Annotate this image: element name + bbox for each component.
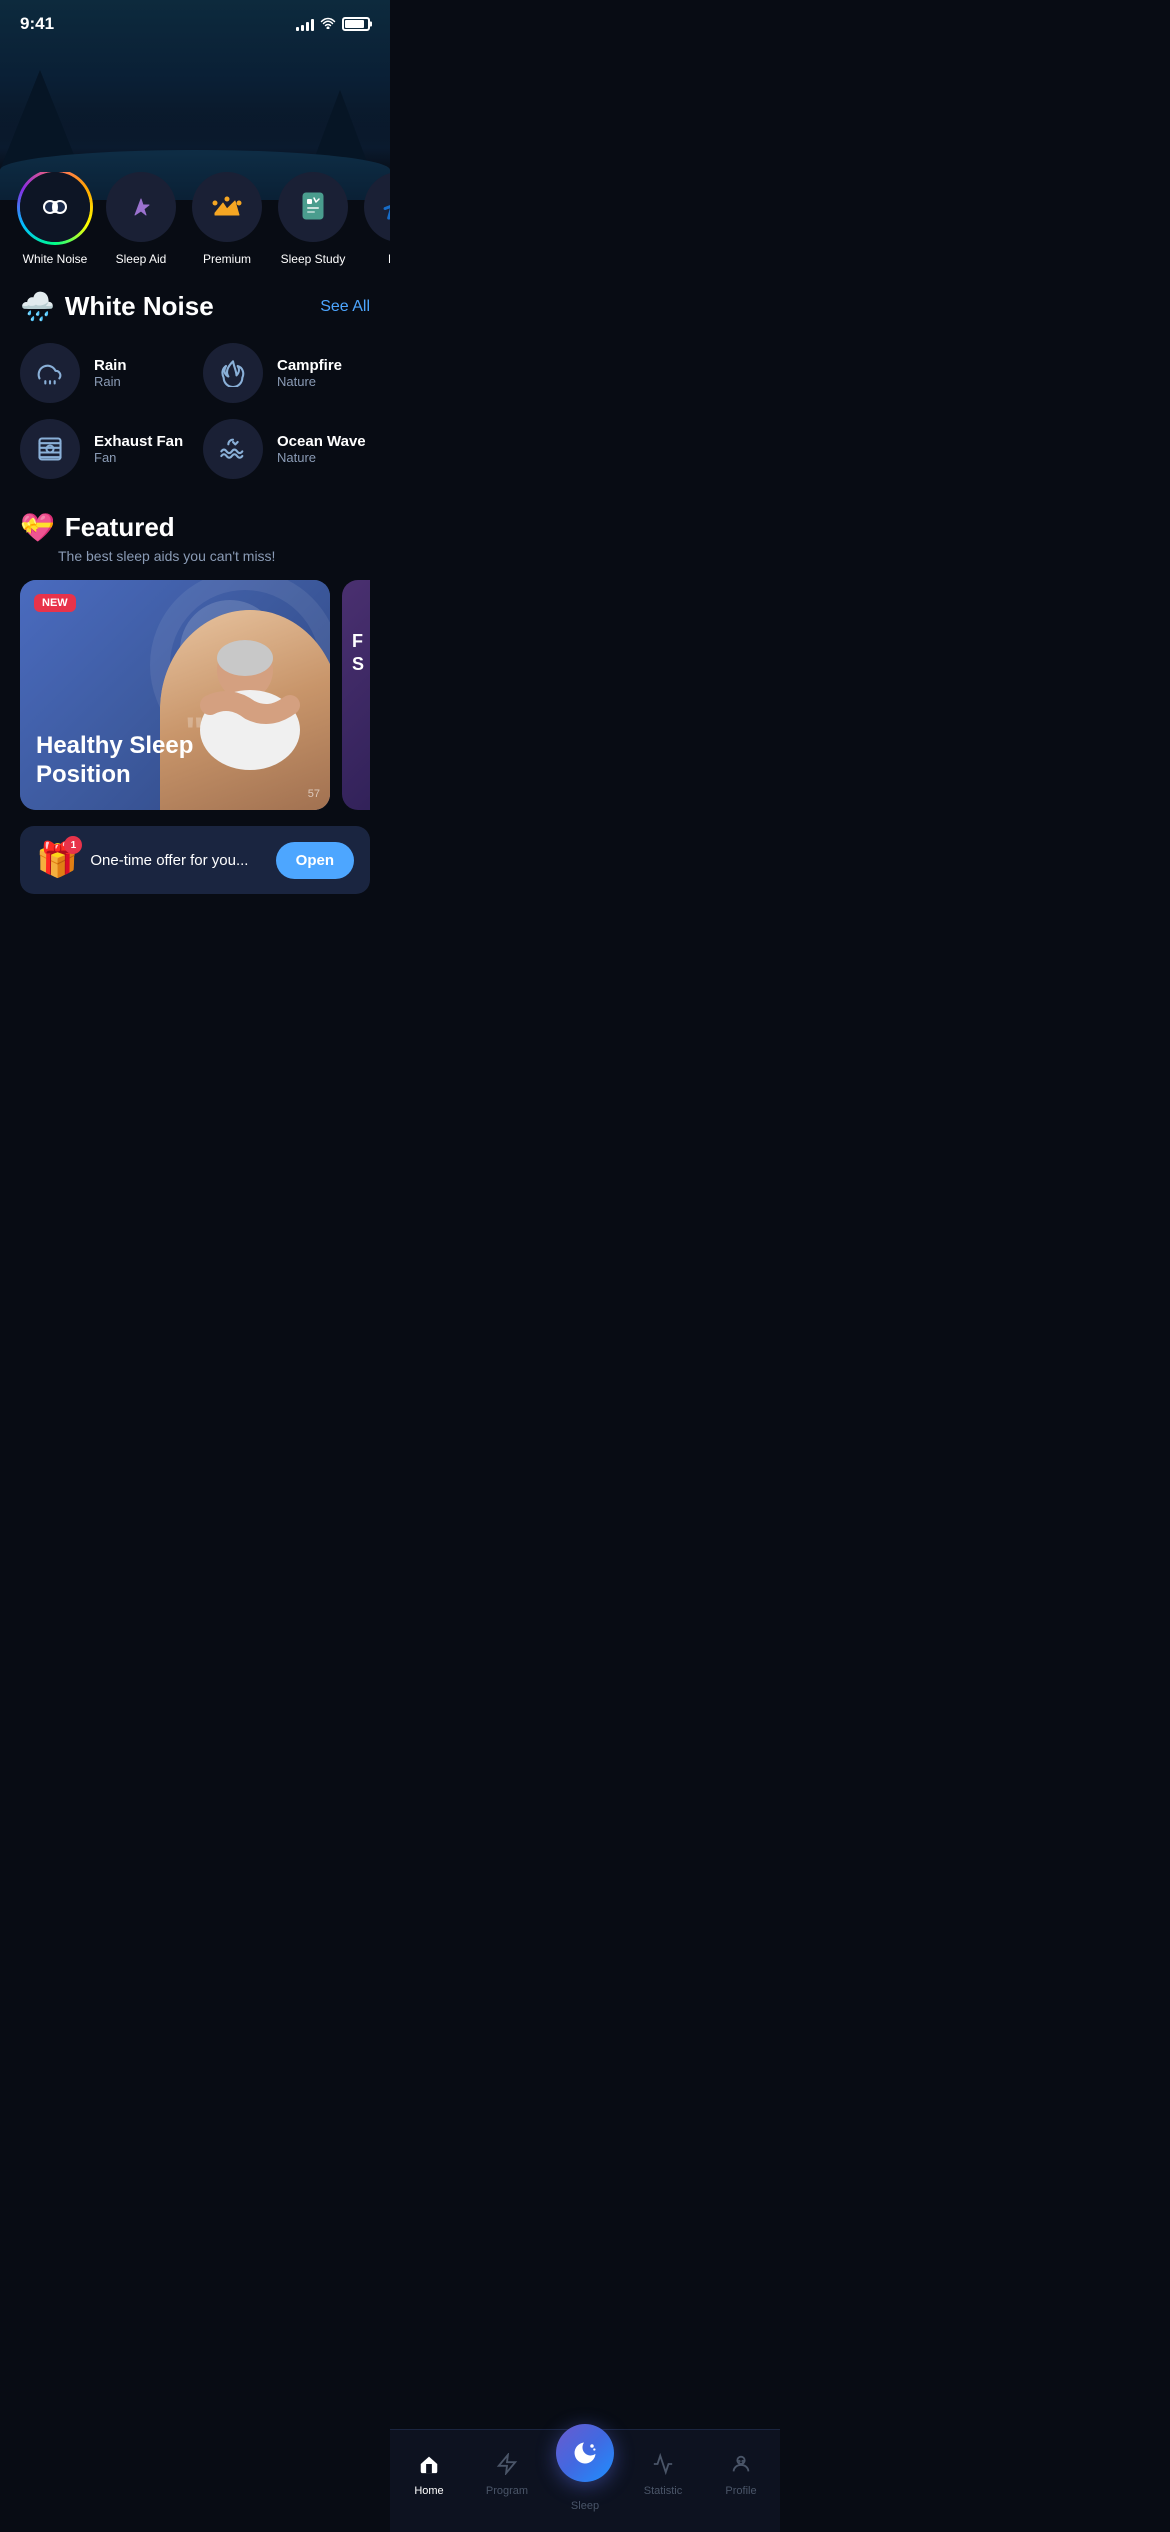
nav-item-program[interactable]: Program: [468, 2453, 546, 2497]
moon-icon: [571, 2439, 599, 2467]
nav-label-home: Home: [414, 2485, 443, 2497]
card-number: 57: [308, 788, 320, 800]
rain-name: Rain: [94, 357, 127, 374]
profile-icon: [730, 2453, 752, 2481]
sleep-study-icon-wrap: [278, 172, 348, 242]
home-icon: [418, 2453, 440, 2481]
sleep-aid-icon: [125, 191, 157, 223]
new-badge: NEW: [34, 594, 76, 612]
see-all-button[interactable]: See All: [320, 298, 370, 316]
person-silhouette: [190, 630, 310, 790]
exhaust-fan-info: Exhaust Fan Fan: [94, 433, 183, 465]
offer-icon-wrap: 🎁 1: [36, 840, 78, 880]
status-bar: 9:41: [0, 0, 390, 42]
nav-label-sleep: Sleep: [571, 2500, 599, 2512]
premium-icon-wrap: [192, 172, 262, 242]
white-noise-header: 🌧️ White Noise See All: [20, 290, 370, 323]
campfire-icon-wrap: [203, 343, 263, 403]
bottom-navigation: Home Program Sleep Statistic: [390, 2429, 780, 2532]
ocean-wave-info: Ocean Wave Nature: [277, 433, 366, 465]
bottom-spacer: [0, 894, 390, 994]
category-scroll: White Noise Sleep Aid Premium: [0, 172, 390, 266]
category-label-sleep-aid: Sleep Aid: [116, 252, 167, 266]
white-noise-title: White Noise: [65, 291, 214, 322]
sleep-aid-icon-wrap: [106, 172, 176, 242]
ocean-wave-name: Ocean Wave: [277, 433, 366, 450]
offer-badge: 1: [64, 836, 82, 854]
wifi-icon: [320, 16, 336, 32]
nav-item-sleep[interactable]: Sleep: [546, 2438, 624, 2512]
featured-scroll: NEW Healthy Sleep Position ": [20, 580, 370, 810]
rain-icon-wrap: [20, 343, 80, 403]
campfire-category: Nature: [277, 374, 342, 389]
category-item-nap[interactable]: 💤 Nap: [364, 172, 390, 266]
main-content: White Noise Sleep Aid Premium: [0, 42, 390, 994]
white-noise-icon-wrap: [20, 172, 90, 242]
campfire-icon: [219, 359, 247, 387]
premium-icon: [211, 193, 243, 221]
category-item-premium[interactable]: Premium: [192, 172, 262, 266]
category-item-sleep-aid[interactable]: Sleep Aid: [106, 172, 176, 266]
signal-icon: [296, 17, 314, 31]
campfire-info: Campfire Nature: [277, 357, 342, 389]
offer-open-button[interactable]: Open: [276, 842, 354, 879]
sound-item-exhaust-fan[interactable]: Exhaust Fan Fan: [20, 419, 187, 479]
statistic-icon: [652, 2453, 674, 2481]
featured-card-0[interactable]: NEW Healthy Sleep Position ": [20, 580, 330, 810]
nav-item-home[interactable]: Home: [390, 2453, 468, 2497]
nav-label-program: Program: [486, 2485, 528, 2497]
exhaust-fan-icon-wrap: [20, 419, 80, 479]
nav-item-profile[interactable]: Profile: [702, 2453, 780, 2497]
exhaust-fan-category: Fan: [94, 450, 183, 465]
offer-banner: 🎁 1 One-time offer for you... Open: [20, 826, 370, 894]
category-label-premium: Premium: [203, 252, 251, 266]
partial-card-text: FS: [342, 580, 370, 727]
offer-text: One-time offer for you...: [90, 852, 263, 869]
ocean-wave-icon: [219, 435, 247, 463]
category-label-sleep-study: Sleep Study: [281, 252, 346, 266]
featured-card-1[interactable]: FS: [342, 580, 370, 810]
white-noise-title-wrap: 🌧️ White Noise: [20, 290, 214, 323]
category-label-white-noise: White Noise: [23, 252, 88, 266]
featured-subtitle: The best sleep aids you can't miss!: [20, 548, 370, 564]
featured-title-wrap: 💝 Featured: [20, 511, 370, 544]
rain-info: Rain Rain: [94, 357, 127, 389]
white-noise-emoji: 🌧️: [20, 290, 55, 323]
featured-title: Featured: [65, 512, 175, 543]
status-icons: [296, 16, 370, 32]
featured-section: 💝 Featured The best sleep aids you can't…: [0, 479, 390, 810]
ocean-wave-category: Nature: [277, 450, 366, 465]
nav-label-profile: Profile: [725, 2485, 756, 2497]
nap-icon-wrap: 💤: [364, 172, 390, 242]
nav-label-statistic: Statistic: [644, 2485, 683, 2497]
quote-mark: ": [185, 710, 204, 755]
sleep-center-button[interactable]: [556, 2424, 614, 2482]
status-time: 9:41: [20, 14, 54, 34]
white-noise-icon: [39, 191, 71, 223]
white-noise-section: 🌧️ White Noise See All Rain Rain: [0, 266, 390, 479]
category-item-white-noise[interactable]: White Noise: [20, 172, 90, 266]
featured-emoji: 💝: [20, 511, 55, 544]
nav-item-statistic[interactable]: Statistic: [624, 2453, 702, 2497]
rain-icon: [36, 359, 64, 387]
program-icon: [496, 2453, 518, 2481]
sound-item-campfire[interactable]: Campfire Nature: [203, 343, 370, 403]
sleep-study-icon: [299, 191, 327, 223]
category-item-sleep-study[interactable]: Sleep Study: [278, 172, 348, 266]
sound-item-rain[interactable]: Rain Rain: [20, 343, 187, 403]
ocean-wave-icon-wrap: [203, 419, 263, 479]
sound-grid: Rain Rain Campfire Nature: [20, 343, 370, 479]
exhaust-fan-icon: [36, 435, 64, 463]
featured-card-title: Healthy Sleep Position: [36, 732, 196, 790]
battery-icon: [342, 17, 370, 31]
exhaust-fan-name: Exhaust Fan: [94, 433, 183, 450]
rain-category: Rain: [94, 374, 127, 389]
sound-item-ocean-wave[interactable]: Ocean Wave Nature: [203, 419, 370, 479]
campfire-name: Campfire: [277, 357, 342, 374]
category-label-nap: Nap: [388, 252, 390, 266]
